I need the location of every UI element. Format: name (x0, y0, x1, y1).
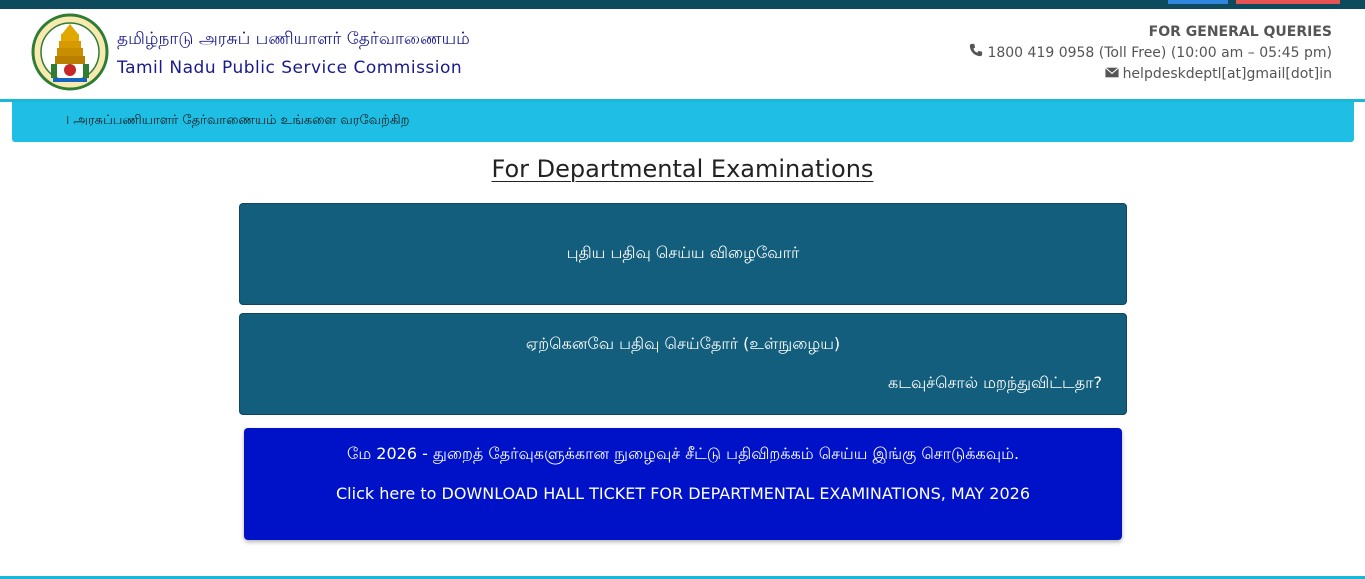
existing-login-card[interactable]: ஏற்கெனவே பதிவு செய்தோர் (உள்நுழைய) கடவுச… (239, 313, 1127, 415)
marquee-text: । அரசுப்பணியாளர் தேர்வாணையம் உங்களை வரவே… (65, 113, 410, 128)
contact-info: FOR GENERAL QUERIES 1800 419 0958 (Toll … (969, 22, 1332, 85)
brand-title-english: Tamil Nadu Public Service Commission (117, 58, 463, 78)
new-registration-card[interactable]: புதிய பதிவு செய்ய விழைவோர் (239, 203, 1127, 305)
top-blue-button[interactable] (1168, 0, 1228, 4)
top-red-button[interactable] (1236, 0, 1340, 4)
contact-heading: FOR GENERAL QUERIES (1148, 24, 1332, 40)
page-title: For Departmental Examinations (0, 155, 1365, 183)
forgot-password-link[interactable]: கடவுச்சொல் மறந்துவிட்டதா? (888, 373, 1102, 394)
welcome-marquee: । அரசுப்பணியாளர் தேர்வாணையம் உங்களை வரவே… (12, 102, 1354, 142)
brand-title-tamil: தமிழ்நாடு அரசுப் பணியாளர் தேர்வாணையம் (117, 29, 470, 49)
tn-government-emblem-icon[interactable] (31, 12, 109, 94)
phone-icon (969, 43, 983, 64)
top-bar (0, 0, 1365, 9)
envelope-icon (1104, 64, 1119, 85)
new-registration-label[interactable]: புதிய பதிவு செய்ய விழைவோர் (240, 243, 1126, 264)
contact-email[interactable]: helpdeskdeptl[at]gmail[dot]in (1123, 64, 1332, 85)
hall-ticket-download-button[interactable]: மே 2026 - துறைத் தேர்வுகளுக்கான நுழைவுச்… (244, 428, 1122, 540)
contact-email-row: helpdeskdeptl[at]gmail[dot]in (969, 64, 1332, 85)
hall-ticket-text-tamil[interactable]: மே 2026 - துறைத் தேர்வுகளுக்கான நுழைவுச்… (244, 444, 1122, 465)
contact-phone-row: 1800 419 0958 (Toll Free) (10:00 am – 05… (969, 43, 1332, 64)
contact-phone: 1800 419 0958 (Toll Free) (10:00 am – 05… (987, 45, 1332, 61)
site-header: தமிழ்நாடு அரசுப் பணியாளர் தேர்வாணையம் Ta… (0, 9, 1365, 100)
page-title-text: For Departmental Examinations (491, 155, 874, 183)
hall-ticket-text-english[interactable]: Click here to DOWNLOAD HALL TICKET FOR D… (244, 484, 1122, 503)
login-label[interactable]: ஏற்கெனவே பதிவு செய்தோர் (உள்நுழைய) (240, 334, 1126, 355)
